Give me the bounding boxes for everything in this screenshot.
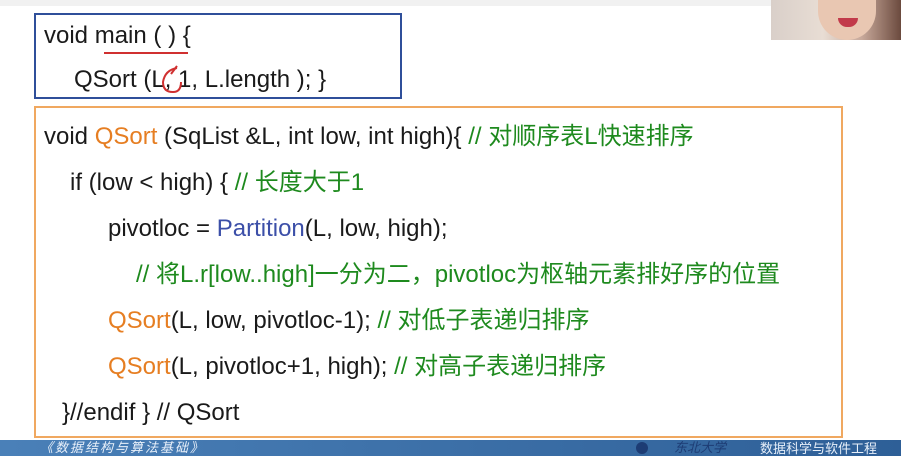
keyword-void: void: [44, 22, 95, 49]
university-name: 东北大学: [674, 441, 727, 456]
qsort-low-args: (L, low, pivotloc-1);: [170, 307, 378, 334]
pivotloc-assign: pivotloc =: [108, 215, 217, 242]
endif-closing: }//endif } // QSort: [62, 399, 240, 426]
main-signature-rest: ( ) {: [146, 22, 191, 49]
qsort-params: (SqList &L, int low, int high){: [157, 123, 469, 150]
course-title: 《数据结构与算法基础》: [40, 441, 206, 456]
comment-quick-sort: // 对顺序表L快速排序: [468, 123, 694, 150]
top-edge: [0, 0, 901, 6]
function-qsort: QSort: [94, 123, 158, 150]
red-underline-annotation: [104, 52, 188, 54]
bottom-banner: 《数据结构与算法基础》 东北大学 数据科学与软件工程: [0, 440, 901, 456]
function-main: main: [94, 22, 147, 49]
function-partition: Partition: [216, 215, 305, 242]
qsort-line-6: QSort(L, pivotloc+1, high); // 对高子表递归排序: [108, 353, 606, 381]
main-line-1: void main ( ) {: [44, 22, 191, 50]
function-qsort-low: QSort: [108, 307, 171, 334]
university-logo-icon: [636, 442, 648, 454]
comment-partition: // 将L.r[low..high]一分为二，pivotloc为枢轴元素排好序的…: [136, 261, 781, 288]
qsort-call: QSort (: [74, 66, 152, 93]
qsort-line-1: void QSort (SqList &L, int low, int high…: [44, 123, 694, 151]
red-circle-annotation: [161, 65, 182, 94]
department-name: 数据科学与软件工程: [760, 441, 878, 456]
comment-length: // 长度大于1: [234, 169, 365, 196]
qsort-line-5: QSort(L, low, pivotloc-1); // 对低子表递归排序: [108, 307, 589, 335]
qsort-line-2: if (low < high) { // 长度大于1: [70, 169, 364, 197]
function-qsort-high: QSort: [108, 353, 171, 380]
partition-args: (L, low, high);: [304, 215, 448, 242]
qsort-high-args: (L, pivotloc+1, high);: [170, 353, 395, 380]
main-line-2: QSort (L, 1, L.length ); }: [74, 66, 326, 94]
qsort-line-4: // 将L.r[low..high]一分为二，pivotloc为枢轴元素排好序的…: [136, 261, 780, 289]
comment-low-subtable: // 对低子表递归排序: [377, 307, 590, 334]
keyword-void: void: [44, 123, 95, 150]
qsort-call-rest: , 1, L.length ); }: [164, 66, 327, 93]
if-condition: if (low < high) {: [70, 169, 235, 196]
qsort-line-3: pivotloc = Partition(L, low, high);: [108, 215, 448, 243]
comment-high-subtable: // 对高子表递归排序: [394, 353, 607, 380]
qsort-line-7: }//endif } // QSort: [62, 399, 239, 427]
